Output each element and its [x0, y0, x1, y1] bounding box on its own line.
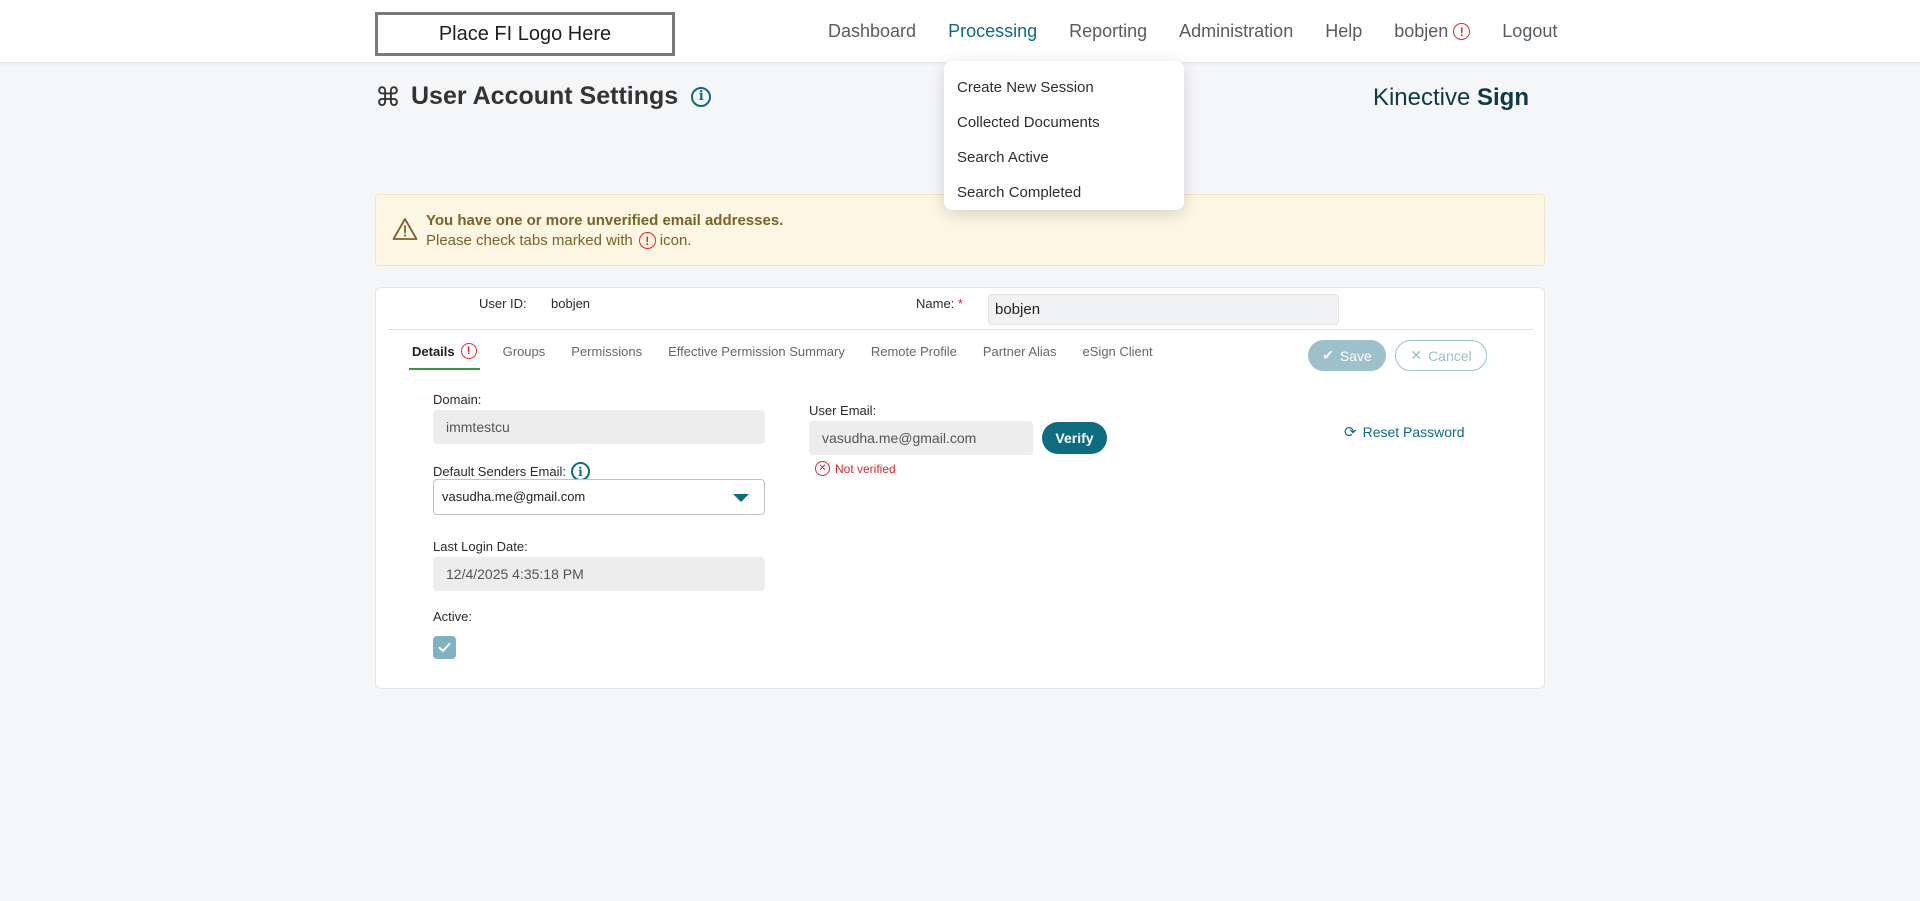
header-divider	[388, 329, 1533, 330]
reset-icon: ⟳	[1344, 424, 1357, 441]
not-verified-text: Not verified	[835, 461, 896, 476]
menu-item-search-completed[interactable]: Search Completed	[944, 175, 1184, 210]
reset-password-label: Reset Password	[1362, 424, 1465, 440]
tab-permissions[interactable]: Permissions	[568, 340, 645, 370]
cancel-button[interactable]: ✕ Cancel	[1395, 340, 1487, 371]
user-settings-card: User ID: bobjen Name: * bobjen Details !…	[375, 287, 1545, 689]
nav-dashboard[interactable]: Dashboard	[828, 21, 916, 42]
x-circle-icon: ✕	[815, 461, 830, 476]
save-label: Save	[1339, 347, 1372, 364]
tab-effective-permission-summary[interactable]: Effective Permission Summary	[665, 340, 848, 370]
cancel-label: Cancel	[1428, 347, 1472, 364]
user-email-label: User Email:	[809, 403, 877, 418]
nav-reporting[interactable]: Reporting	[1069, 21, 1147, 42]
domain-field: immtestcu	[433, 410, 765, 444]
settings-tabs: Details ! Groups Permissions Effective P…	[409, 340, 1176, 370]
nav-processing[interactable]: Processing	[948, 21, 1037, 42]
alert-circle-icon: !	[460, 343, 477, 359]
nav-logout-label: Logout	[1502, 21, 1558, 41]
banner-title: You have one or more unverified email ad…	[426, 212, 784, 229]
page-title-row: ⌘ User Account Settings i	[375, 81, 712, 112]
nav-help-label: Help	[1325, 21, 1363, 41]
user-email-field[interactable]: vasudha.me@gmail.com	[809, 421, 1033, 455]
banner-text-after: icon.	[659, 232, 692, 249]
tab-details[interactable]: Details !	[409, 340, 480, 370]
banner-text-before: Please check tabs marked with	[426, 232, 633, 249]
save-button[interactable]: ✔ Save	[1308, 340, 1386, 371]
reset-password-link[interactable]: ⟳ Reset Password	[1344, 423, 1465, 441]
info-icon[interactable]: i	[691, 86, 712, 107]
alert-circle-icon: !	[1453, 23, 1471, 40]
last-login-field: 12/4/2025 4:35:18 PM	[433, 557, 765, 591]
name-label-text: Name:	[916, 296, 955, 311]
default-senders-email-select[interactable]: vasudha.me@gmail.com	[433, 479, 765, 515]
nav-logout[interactable]: Logout	[1502, 21, 1557, 42]
tab-partner-alias[interactable]: Partner Alias	[980, 340, 1060, 370]
user-id-value: bobjen	[551, 296, 591, 311]
nav-administration[interactable]: Administration	[1179, 21, 1293, 42]
user-id-label: User ID:	[479, 296, 527, 311]
nav-user-label: bobjen	[1394, 21, 1449, 41]
nav-processing-label: Processing	[948, 21, 1038, 41]
close-icon: ✕	[1410, 347, 1423, 363]
brand-light-text: Kinective	[1372, 84, 1471, 111]
domain-label: Domain:	[433, 392, 482, 407]
alert-circle-icon: !	[638, 232, 656, 249]
brand-bold-text: Sign	[1477, 84, 1529, 111]
tab-details-label: Details	[412, 344, 455, 359]
required-mark: *	[957, 296, 963, 311]
tab-groups[interactable]: Groups	[500, 340, 549, 370]
nav-reporting-label: Reporting	[1069, 21, 1148, 41]
command-icon: ⌘	[375, 81, 401, 112]
banner-text: Please check tabs marked with ! icon.	[426, 232, 691, 249]
last-login-label: Last Login Date:	[433, 539, 528, 554]
default-senders-email-value: vasudha.me@gmail.com	[442, 489, 586, 504]
top-navigation-bar: Place FI Logo Here Dashboard Processing …	[0, 0, 1920, 63]
nav-dashboard-label: Dashboard	[828, 21, 917, 41]
warning-triangle-icon	[392, 218, 418, 240]
verify-button[interactable]: Verify	[1042, 422, 1107, 454]
menu-item-search-active[interactable]: Search Active	[944, 140, 1184, 175]
nav-help[interactable]: Help	[1325, 21, 1362, 42]
nav-administration-label: Administration	[1179, 21, 1294, 41]
tab-esign-client[interactable]: eSign Client	[1080, 340, 1156, 370]
name-label: Name: *	[916, 296, 963, 311]
menu-item-collected-documents[interactable]: Collected Documents	[944, 105, 1184, 140]
chevron-down-icon	[733, 494, 749, 502]
tab-remote-profile[interactable]: Remote Profile	[868, 340, 960, 370]
default-senders-label-text: Default Senders Email:	[433, 464, 566, 479]
page-title: User Account Settings	[411, 82, 679, 110]
not-verified-status: ✕ Not verified	[815, 461, 896, 476]
brand-logo: Kinective Sign	[1373, 84, 1529, 112]
main-nav: Dashboard Processing Reporting Administr…	[828, 0, 1557, 63]
processing-dropdown-menu: Create New Session Collected Documents S…	[944, 61, 1184, 210]
active-label: Active:	[433, 609, 473, 624]
check-icon: ✔	[1322, 347, 1334, 363]
check-icon	[438, 642, 451, 652]
nav-user-menu[interactable]: bobjen !	[1394, 21, 1471, 42]
menu-item-create-new-session[interactable]: Create New Session	[944, 70, 1184, 105]
active-checkbox[interactable]	[433, 636, 456, 659]
name-input[interactable]: bobjen	[988, 294, 1339, 325]
fi-logo-placeholder[interactable]: Place FI Logo Here	[375, 12, 675, 56]
